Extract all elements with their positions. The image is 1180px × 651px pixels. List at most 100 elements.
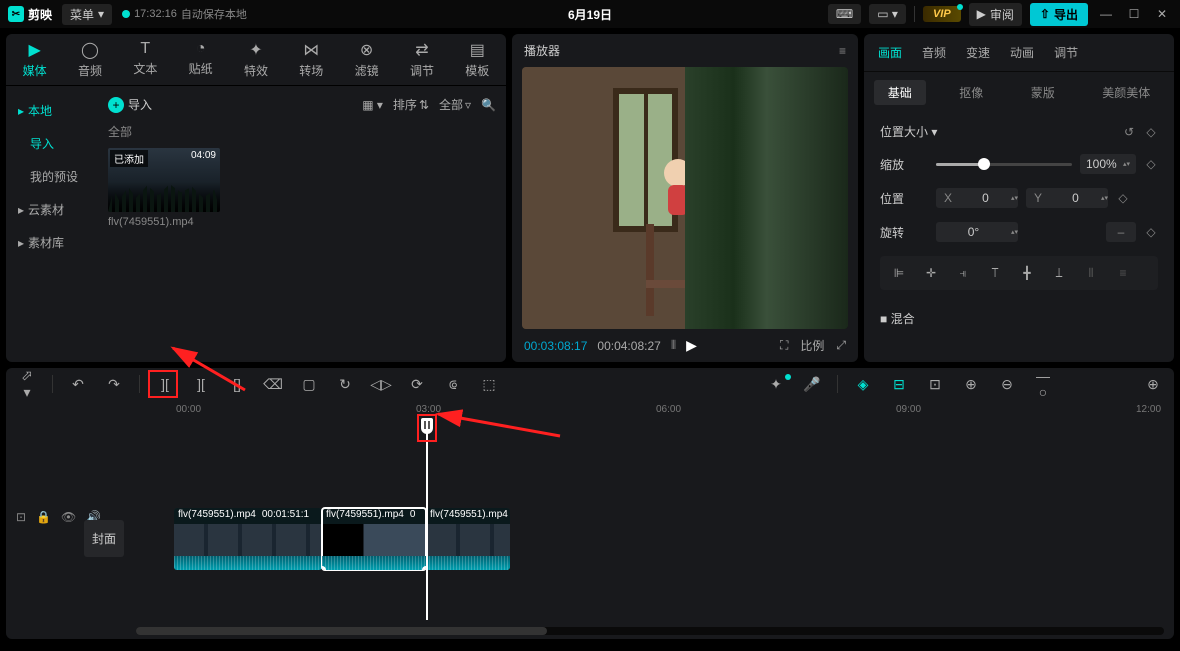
position-y-input[interactable]: Y0▴▾ [1026, 188, 1108, 208]
category-all[interactable]: 全部 [108, 123, 496, 140]
ratio-button[interactable]: 比例 [800, 337, 824, 354]
tool-smart[interactable]: ⬚ [478, 376, 500, 393]
tool-link[interactable]: ⊟ [888, 376, 910, 393]
insp-tab-speed[interactable]: 变速 [966, 44, 990, 61]
tool-zoom-out[interactable]: ⊖ [996, 376, 1018, 393]
export-button[interactable]: ⇧ 导出 [1030, 3, 1088, 26]
menu-button[interactable]: 菜单 ▾ [62, 4, 112, 25]
track-target-icon[interactable]: ⊡ [16, 510, 26, 524]
rotate-step[interactable]: – [1106, 222, 1136, 242]
tool-preview[interactable]: ⊕ [960, 376, 982, 393]
align-hcenter-icon[interactable]: ✛ [918, 262, 944, 284]
tab-effect[interactable]: ✦特效 [237, 40, 274, 79]
tool-magnet-on[interactable]: ◈ [852, 376, 874, 393]
tracks-area[interactable]: 封面 flv(7459551).mp400:01:51:1 flv(745955… [136, 420, 1174, 620]
track-visible-icon[interactable]: 👁 [61, 510, 76, 524]
tool-undo[interactable]: ↶ [67, 376, 89, 393]
sidebar-item-cloud[interactable]: ▸ 云素材 [6, 193, 98, 226]
align-left-icon[interactable]: ⊫ [886, 262, 912, 284]
player-viewport[interactable] [522, 67, 848, 329]
sidebar-item-local[interactable]: ▸ 本地 [6, 94, 98, 127]
focus-icon[interactable]: ⛶ [780, 338, 788, 353]
tool-reverse[interactable]: ↻ [334, 376, 356, 393]
position-keyframe[interactable]: ◇ [1116, 191, 1130, 205]
playhead[interactable] [426, 420, 428, 620]
view-mode-button[interactable]: ▦ ▾ [362, 96, 383, 113]
timeline-ruler[interactable]: 00:00 03:00 06:00 09:00 12:00 [136, 400, 1174, 420]
tool-freeze[interactable]: ▢ [298, 376, 320, 393]
subtab-beauty[interactable]: 美颜美体 [1088, 80, 1164, 105]
insp-tab-video[interactable]: 画面 [878, 44, 902, 61]
clip-2[interactable]: flv(7459551).mp40 [322, 508, 426, 570]
reset-icon[interactable]: ↺ [1124, 125, 1134, 139]
tool-mirror[interactable]: ◁▷ [370, 376, 392, 393]
clip-1[interactable]: flv(7459551).mp400:01:51:1 [174, 508, 322, 570]
maximize-button[interactable]: ☐ [1124, 7, 1144, 21]
close-button[interactable]: ✕ [1152, 7, 1172, 21]
tool-redo[interactable]: ↷ [103, 376, 125, 393]
sidebar-item-import[interactable]: 导入 [6, 127, 98, 160]
subtab-mask[interactable]: 蒙版 [1017, 80, 1069, 105]
search-button[interactable]: 🔍 [481, 96, 496, 113]
tool-zoom-fit[interactable]: ⊕ [1142, 376, 1164, 393]
scale-input[interactable]: 100%▴▾ [1080, 154, 1136, 174]
align-top-icon[interactable]: ⟙ [982, 262, 1008, 284]
tab-sticker[interactable]: ◔贴纸 [182, 40, 219, 79]
playhead-handle[interactable] [421, 418, 433, 434]
rotate-keyframe[interactable]: ◇ [1144, 225, 1158, 239]
tool-split[interactable]: ]​[ [154, 376, 176, 392]
tab-adjust[interactable]: ⇄调节 [403, 40, 440, 79]
tool-zoom-slider[interactable]: —○ [1032, 368, 1054, 400]
align-vcenter-icon[interactable]: ╋ [1014, 262, 1040, 284]
player-menu-icon[interactable]: ≡ [839, 44, 846, 58]
sort-button[interactable]: 排序 ⇅ [393, 96, 429, 113]
keyframe-icon[interactable]: ◇ [1144, 125, 1158, 139]
play-button[interactable]: ▶ [686, 337, 697, 354]
tool-mic[interactable]: 🎤 [801, 376, 823, 393]
rotate-input[interactable]: 0°▴▾ [936, 222, 1018, 242]
tool-snap[interactable]: ⊡ [924, 376, 946, 393]
align-dist-v-icon[interactable]: ≡ [1110, 262, 1136, 284]
minimize-button[interactable]: — [1096, 7, 1116, 21]
keyboard-icon[interactable]: ⌨ [828, 4, 861, 24]
insp-tab-anim[interactable]: 动画 [1010, 44, 1034, 61]
subtab-basic[interactable]: 基础 [874, 80, 926, 105]
tab-text[interactable]: T文本 [127, 40, 164, 79]
timeline-marks-icon[interactable]: ⦀ [671, 338, 676, 353]
timeline-scrollbar[interactable] [136, 627, 1164, 635]
scale-keyframe[interactable]: ◇ [1144, 157, 1158, 171]
tool-magic[interactable]: ✦ [765, 376, 787, 393]
section-title: 位置大小 ▾ [880, 123, 937, 140]
tool-trim-left[interactable]: ]​[ [190, 376, 212, 392]
filter-button[interactable]: 全部 ▿ [439, 96, 471, 113]
tool-delete[interactable]: ⌫ [262, 376, 284, 393]
import-button[interactable]: + 导入 [108, 96, 152, 113]
tab-audio[interactable]: ◯音频 [71, 40, 108, 79]
vip-badge[interactable]: VIP [923, 6, 961, 22]
subtab-cutout[interactable]: 抠像 [945, 80, 997, 105]
tab-media[interactable]: ▶媒体 [16, 40, 53, 79]
tab-template[interactable]: ▤模板 [459, 40, 496, 79]
clip-3[interactable]: flv(7459551).mp4 [426, 508, 510, 570]
align-right-icon[interactable]: ⫣ [950, 262, 976, 284]
insp-tab-audio[interactable]: 音频 [922, 44, 946, 61]
fullscreen-icon[interactable]: ⤢ [836, 338, 846, 353]
tool-trim-right[interactable]: [​] [226, 376, 248, 392]
media-thumb[interactable]: 已添加 04:09 flv(7459551).mp4 [108, 148, 220, 228]
tool-crop[interactable]: ⟃ [442, 376, 464, 393]
review-button[interactable]: ▶ 审阅 [969, 3, 1022, 26]
align-bottom-icon[interactable]: ⟘ [1046, 262, 1072, 284]
track-lock-icon[interactable]: 🔒 [36, 510, 51, 524]
position-x-input[interactable]: X0▴▾ [936, 188, 1018, 208]
layout-icon[interactable]: ▭ ▾ [869, 4, 906, 24]
sidebar-item-preset[interactable]: 我的预设 [6, 160, 98, 193]
tab-filter[interactable]: ⊗滤镜 [348, 40, 385, 79]
tool-rotate[interactable]: ⟳ [406, 376, 428, 393]
insp-tab-adjust[interactable]: 调节 [1054, 44, 1078, 61]
tab-transition[interactable]: ⋈转场 [293, 40, 330, 79]
cover-button[interactable]: 封面 [84, 520, 124, 557]
tool-select[interactable]: ⬀ ▾ [16, 367, 38, 401]
scale-slider[interactable] [936, 163, 1072, 166]
sidebar-item-library[interactable]: ▸ 素材库 [6, 226, 98, 259]
align-dist-h-icon[interactable]: ⦀ [1078, 262, 1104, 284]
